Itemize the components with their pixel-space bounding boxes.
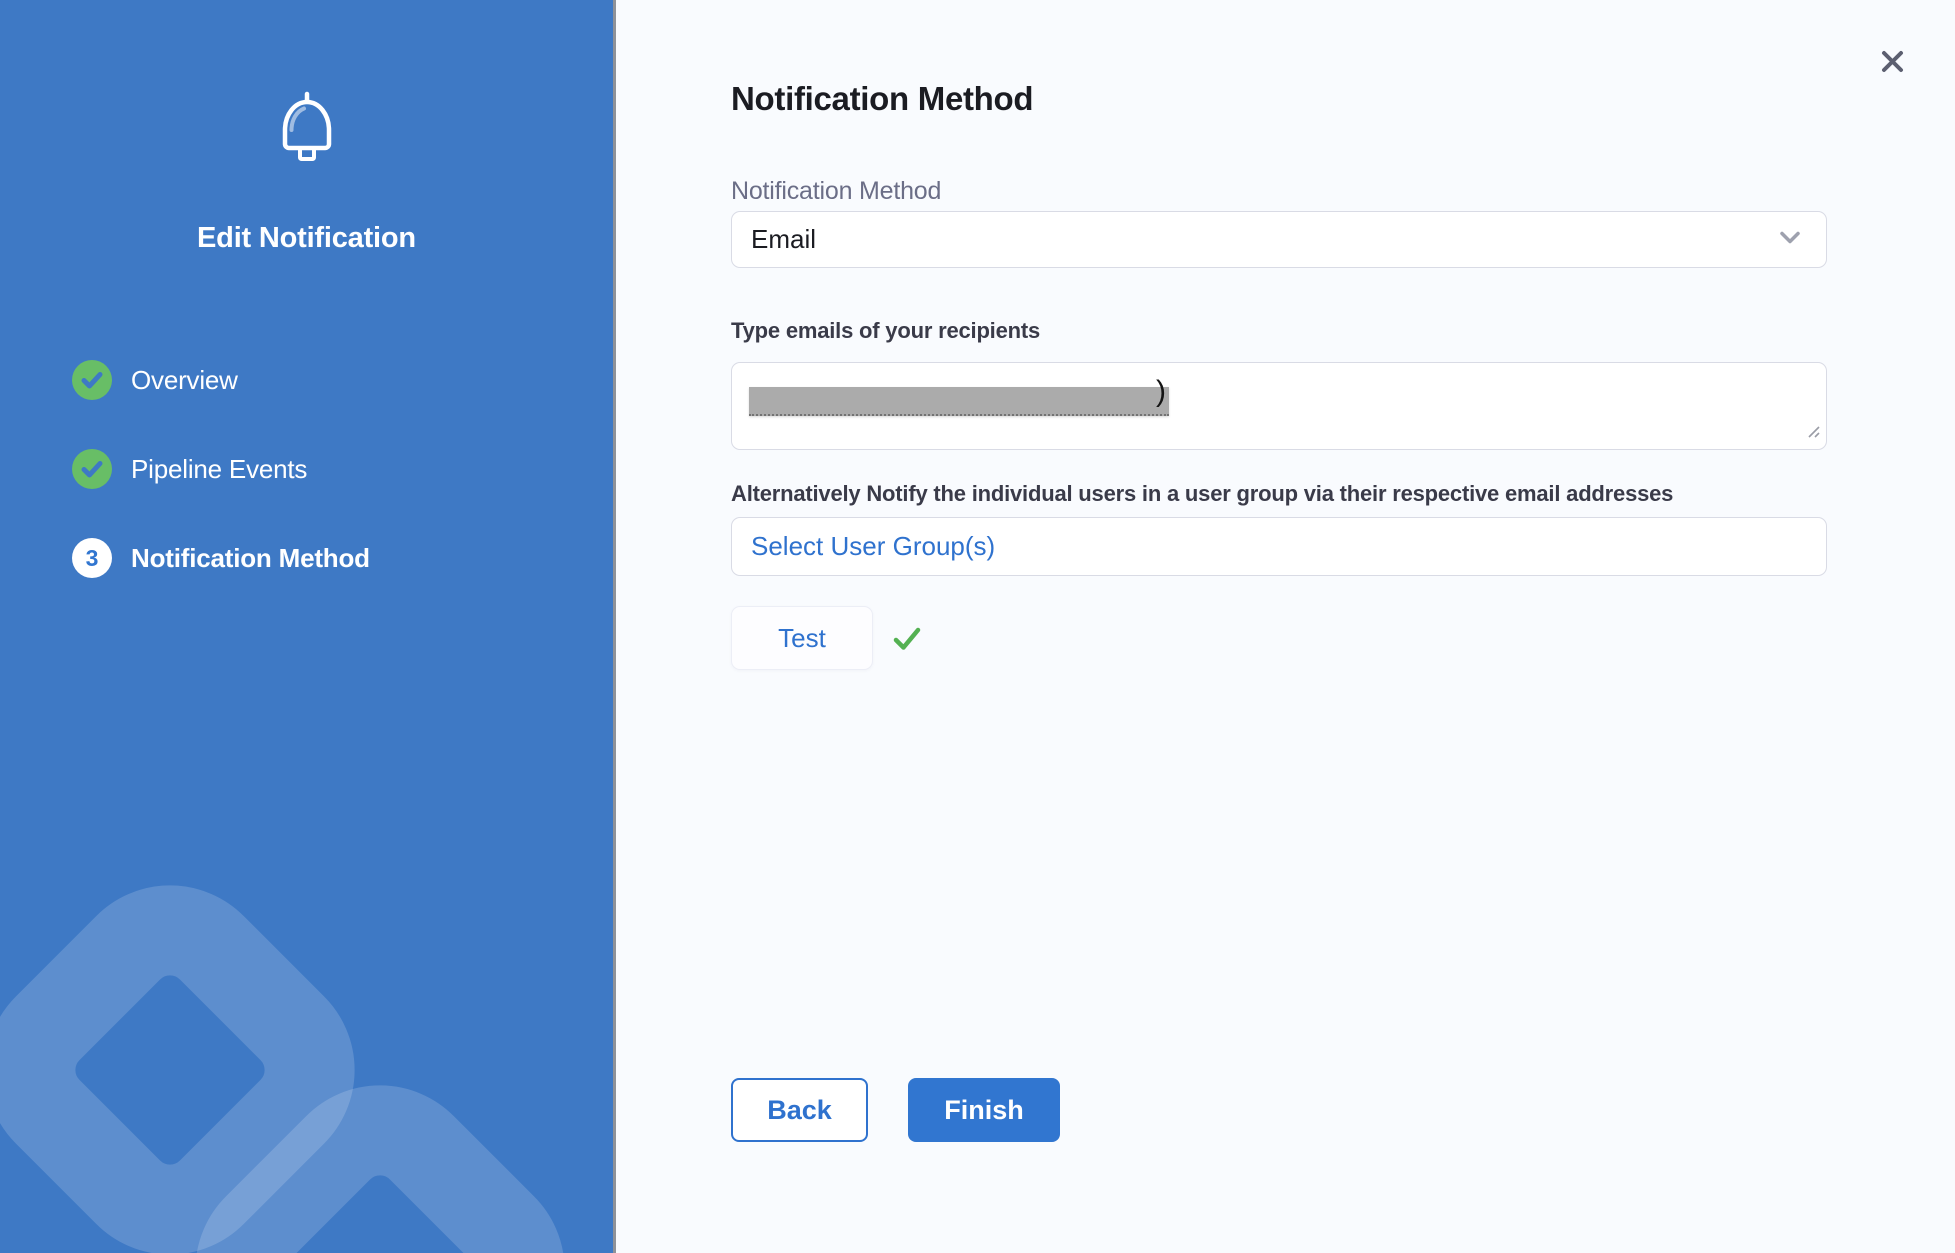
recipients-label: Type emails of your recipients bbox=[731, 318, 1040, 344]
step-label: Overview bbox=[131, 365, 238, 396]
user-group-hint: Alternatively Notify the individual user… bbox=[731, 481, 1673, 507]
select-user-groups-link: Select User Group(s) bbox=[751, 531, 995, 562]
recipients-textarea[interactable]: ) bbox=[731, 362, 1827, 450]
close-icon bbox=[1879, 48, 1906, 75]
step-label: Pipeline Events bbox=[131, 454, 307, 485]
notification-method-select[interactable]: Email bbox=[731, 211, 1827, 268]
wizard-title: Edit Notification bbox=[0, 222, 613, 255]
notification-method-label: Notification Method bbox=[731, 177, 941, 206]
redacted-email-value bbox=[749, 387, 1169, 416]
finish-button[interactable]: Finish bbox=[908, 1078, 1060, 1142]
step-number-badge: 3 bbox=[72, 538, 112, 578]
test-success-check-icon bbox=[888, 620, 926, 663]
select-user-groups-field[interactable]: Select User Group(s) bbox=[731, 517, 1827, 576]
chevron-down-icon bbox=[1778, 229, 1802, 250]
edit-notification-modal: Edit Notification Overview Pipeline Even… bbox=[0, 0, 1955, 1253]
page-title: Notification Method bbox=[731, 80, 1033, 118]
step-pipeline-events[interactable]: Pipeline Events bbox=[72, 449, 370, 489]
back-button[interactable]: Back bbox=[731, 1078, 868, 1142]
bell-icon bbox=[0, 90, 613, 162]
wizard-sidebar: Edit Notification Overview Pipeline Even… bbox=[0, 0, 613, 1253]
step-notification-method[interactable]: 3 Notification Method bbox=[72, 538, 370, 578]
step-complete-check-icon bbox=[72, 360, 112, 400]
step-complete-check-icon bbox=[72, 449, 112, 489]
close-button[interactable] bbox=[1869, 38, 1915, 84]
test-button[interactable]: Test bbox=[731, 606, 873, 670]
resize-handle[interactable] bbox=[1806, 424, 1821, 444]
selected-method-value: Email bbox=[751, 224, 816, 255]
redacted-email-suffix: ) bbox=[1156, 375, 1166, 409]
wizard-steps: Overview Pipeline Events 3 Notification … bbox=[72, 360, 370, 578]
panel-divider bbox=[613, 0, 616, 1253]
step-label: Notification Method bbox=[131, 543, 370, 574]
step-overview[interactable]: Overview bbox=[72, 360, 370, 400]
